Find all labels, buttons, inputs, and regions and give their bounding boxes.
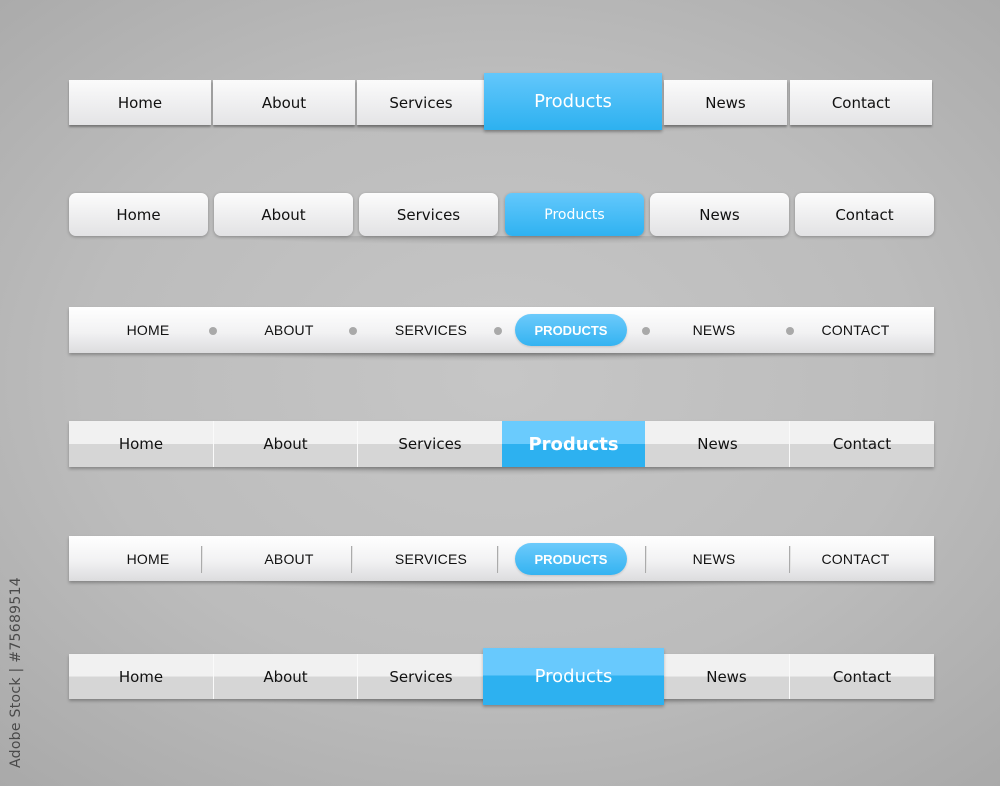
nav-label: Products	[528, 433, 619, 455]
separator-dot	[494, 327, 502, 335]
nav2-item-services[interactable]: Services	[359, 193, 498, 236]
nav5-item-about[interactable]: ABOUT	[229, 536, 349, 581]
nav6-item-contact[interactable]: Contact	[790, 654, 934, 699]
navbar-style-6: Home About Services Products News Contac…	[69, 648, 934, 711]
nav-label: Home	[118, 667, 164, 686]
nav-label: CONTACT	[821, 550, 890, 567]
nav4-item-news[interactable]: News	[646, 421, 789, 467]
nav2-item-home[interactable]: Home	[69, 193, 208, 236]
nav-label: ABOUT	[264, 550, 314, 567]
nav3-item-services[interactable]: SERVICES	[369, 307, 493, 353]
nav-label: About	[263, 435, 308, 453]
nav-label: Services	[396, 205, 461, 224]
nav6-item-home[interactable]: Home	[69, 654, 213, 699]
nav6-item-about[interactable]: About	[214, 654, 357, 699]
nav-label: PRODUCTS	[534, 322, 608, 338]
nav3-item-news[interactable]: NEWS	[659, 307, 769, 353]
nav5-item-products-active[interactable]: PRODUCTS	[515, 543, 627, 575]
nav1-item-services[interactable]: Services	[357, 80, 485, 125]
nav-label: PRODUCTS	[534, 551, 608, 567]
nav4-item-products-active[interactable]: Products	[502, 421, 645, 467]
navbar-style-3: HOME ABOUT SERVICES PRODUCTS NEWS CONTAC…	[69, 307, 934, 365]
nav-label: Services	[389, 93, 453, 112]
separator-dot	[209, 327, 217, 335]
nav1-item-home[interactable]: Home	[69, 80, 211, 125]
nav-label: News	[706, 667, 747, 686]
nav-label: About	[261, 205, 306, 224]
nav3-item-products-active[interactable]: PRODUCTS	[515, 314, 627, 346]
nav6-item-services[interactable]: Services	[358, 654, 484, 699]
separator-line	[645, 546, 647, 573]
nav6-item-news[interactable]: News	[664, 654, 789, 699]
navbar-shadow	[79, 581, 924, 593]
nav-label: HOME	[126, 322, 170, 338]
separator-dot	[642, 327, 650, 335]
nav1-item-products-active[interactable]: Products	[484, 73, 662, 130]
navbar-shadow	[79, 236, 924, 248]
nav2-item-about[interactable]: About	[214, 193, 353, 236]
nav5-item-services[interactable]: SERVICES	[369, 536, 493, 581]
separator-line	[789, 546, 791, 573]
nav5-item-home[interactable]: HOME	[89, 536, 207, 581]
nav-label: NEWS	[692, 322, 736, 338]
nav2-item-contact[interactable]: Contact	[795, 193, 934, 236]
nav-label: News	[705, 93, 746, 112]
nav5-item-news[interactable]: NEWS	[659, 536, 769, 581]
nav-label: Products	[544, 206, 605, 223]
nav-label: Contact	[832, 667, 892, 686]
nav-label: Services	[389, 667, 453, 686]
nav3-item-contact[interactable]: CONTACT	[799, 307, 912, 353]
nav-label: News	[697, 435, 738, 453]
nav2-item-news[interactable]: News	[650, 193, 789, 236]
nav2-item-products-active[interactable]: Products	[505, 193, 644, 236]
nav-label: SERVICES	[394, 322, 468, 338]
nav-label: CONTACT	[821, 322, 890, 338]
nav5-item-contact[interactable]: CONTACT	[799, 536, 912, 581]
nav1-item-news[interactable]: News	[664, 80, 787, 125]
nav1-item-contact[interactable]: Contact	[790, 80, 932, 125]
nav-label: News	[699, 205, 740, 224]
nav-label: About	[261, 93, 307, 112]
nav-label: Contact	[831, 93, 891, 112]
nav6-item-products-active[interactable]: Products	[483, 648, 664, 705]
nav1-item-about[interactable]: About	[213, 80, 355, 125]
nav-label: Contact	[832, 435, 892, 453]
nav-label: HOME	[126, 550, 170, 567]
nav-label: Products	[534, 91, 612, 112]
nav-label: SERVICES	[394, 550, 468, 567]
nav4-item-home[interactable]: Home	[69, 421, 213, 467]
navbar-style-5: HOME ABOUT SERVICES PRODUCTS NEWS CONTAC…	[69, 536, 934, 593]
separator-line	[497, 546, 499, 573]
nav-label: Home	[117, 93, 163, 112]
nav-label: Contact	[835, 205, 894, 224]
navbar-style-4: Home About Services Products News Contac…	[69, 421, 934, 479]
navbar-shadow	[79, 467, 924, 479]
nav3-item-home[interactable]: HOME	[89, 307, 207, 353]
separator-dot	[349, 327, 357, 335]
nav-label: Products	[534, 666, 613, 687]
nav-label: NEWS	[692, 550, 736, 567]
separator-dot	[786, 327, 794, 335]
navbar-style-1: Home About Services Products News Contac…	[69, 73, 934, 137]
nav3-item-about[interactable]: ABOUT	[229, 307, 349, 353]
nav-label: Home	[118, 435, 164, 453]
nav-label: ABOUT	[264, 322, 314, 338]
separator-line	[351, 546, 353, 573]
navbar-style-2: Home About Services Products News Contac…	[69, 193, 934, 248]
stock-watermark: Adobe Stock | #75689514	[8, 577, 24, 768]
nav4-item-contact[interactable]: Contact	[790, 421, 934, 467]
nav4-item-services[interactable]: Services	[358, 421, 502, 467]
separator-line	[201, 546, 203, 573]
nav-label: Services	[398, 435, 462, 453]
navbar-shadow	[79, 353, 924, 365]
nav-label: Home	[116, 205, 161, 224]
nav4-item-about[interactable]: About	[214, 421, 357, 467]
nav-label: About	[263, 667, 308, 686]
